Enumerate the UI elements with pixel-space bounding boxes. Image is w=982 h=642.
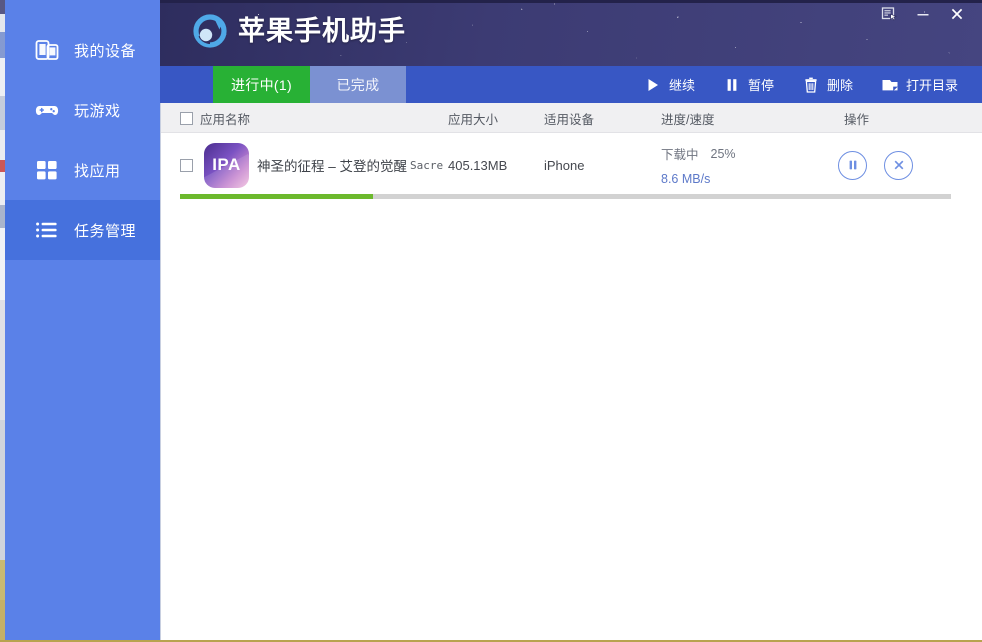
ipa-icon-label: IPA [212,155,241,175]
progress-bar-track [180,194,951,199]
delete-button[interactable]: 删除 [792,66,863,103]
feedback-icon[interactable] [872,1,906,27]
task-tabs: 进行中(1) 已完成 [213,66,406,103]
grid-apps-icon [34,157,60,183]
toolbar: 进行中(1) 已完成 继续 [160,66,982,103]
toolbar-actions: 继续 暂停 [626,66,968,103]
column-header-device: 适用设备 [544,103,594,133]
sidebar-item-find-apps[interactable]: 找应用 [5,140,160,200]
download-speed-label: 8.6 MB/s [661,172,710,186]
column-header-size: 应用大小 [448,103,498,133]
sidebar-item-label: 找应用 [74,160,121,181]
app-icon-cell: IPA [204,135,249,195]
row-checkbox[interactable] [180,159,193,172]
select-all-checkbox[interactable] [180,112,193,125]
devices-icon [34,37,60,63]
progress-cell: 下载中 25% 8.6 MB/s [661,135,736,195]
download-percent-label: 25% [711,147,736,161]
toolbar-button-label: 暂停 [748,75,774,94]
app-device-label: iPhone [544,158,584,173]
app-size-cell: 405.13MB [448,135,507,195]
table-row[interactable]: IPA 神圣的征程 – 艾登的觉醒 Sacre 405.13MB iPhone … [161,133,982,205]
tab-completed[interactable]: 已完成 [310,66,406,103]
row-actions-cell [838,135,913,195]
sidebar-item-label: 任务管理 [74,220,136,241]
minimize-icon[interactable] [906,1,940,27]
progress-bar-fill [180,194,373,199]
tab-in-progress[interactable]: 进行中(1) [213,66,310,103]
column-header-progress: 进度/速度 [661,103,714,133]
gamepad-icon [34,97,60,123]
window-controls [872,0,974,28]
ipa-file-icon: IPA [204,143,249,188]
app-size-label: 405.13MB [448,158,507,173]
app-device-cell: iPhone [544,135,584,195]
brand: 苹果手机助手 [193,14,406,48]
app-title: 苹果手机助手 [238,14,406,48]
download-status-label: 下载中 [661,144,699,163]
column-header-label: 进度/速度 [661,109,714,128]
folder-open-icon [881,76,899,94]
column-header-label: 应用名称 [200,109,250,128]
pause-button[interactable]: 暂停 [713,66,784,103]
task-list-icon [34,217,60,243]
tab-label: 已完成 [336,75,379,95]
close-icon[interactable] [940,1,974,27]
pause-icon [723,76,741,94]
column-header-actions: 操作 [844,103,869,133]
sidebar-item-label: 玩游戏 [74,100,121,121]
sidebar-item-play-games[interactable]: 玩游戏 [5,80,160,140]
column-header-label: 适用设备 [544,109,594,128]
circle-arrow-logo-icon [193,14,227,48]
column-header-label: 操作 [844,109,869,128]
app-name-suffix: Sacre [410,159,443,172]
sidebar-item-my-device[interactable]: 我的设备 [5,20,160,80]
title-bar-top-edge [160,0,982,3]
sidebar: 我的设备 玩游戏 [5,0,160,642]
toolbar-button-label: 继续 [669,75,695,94]
column-header-label: 应用大小 [448,109,498,128]
cancel-task-button[interactable] [884,151,913,180]
toolbar-button-label: 删除 [827,75,853,94]
resume-button[interactable]: 继续 [634,66,705,103]
sidebar-item-label: 我的设备 [74,40,136,61]
progress-speed-line: 8.6 MB/s [661,171,710,186]
table-header-row: 应用名称 应用大小 适用设备 进度/速度 操作 [161,103,982,133]
sidebar-item-task-manager[interactable]: 任务管理 [5,200,160,260]
app-window: 我的设备 玩游戏 [0,0,982,642]
progress-status-line: 下载中 25% [661,144,736,163]
toolbar-button-label: 打开目录 [906,75,958,94]
tab-label: 进行中(1) [231,75,292,95]
column-header-name: 应用名称 [180,103,250,133]
title-bar: 苹果手机助手 [160,0,982,66]
pause-task-button[interactable] [838,151,867,180]
trash-icon [802,76,820,94]
app-name-label: 神圣的征程 – 艾登的觉醒 [257,155,407,175]
row-select-cell [180,135,193,195]
app-name-cell: 神圣的征程 – 艾登的觉醒 Sacre [257,135,443,195]
task-list-panel: 应用名称 应用大小 适用设备 进度/速度 操作 IPA [160,103,982,641]
open-directory-button[interactable]: 打开目录 [871,66,968,103]
play-icon [644,76,662,94]
